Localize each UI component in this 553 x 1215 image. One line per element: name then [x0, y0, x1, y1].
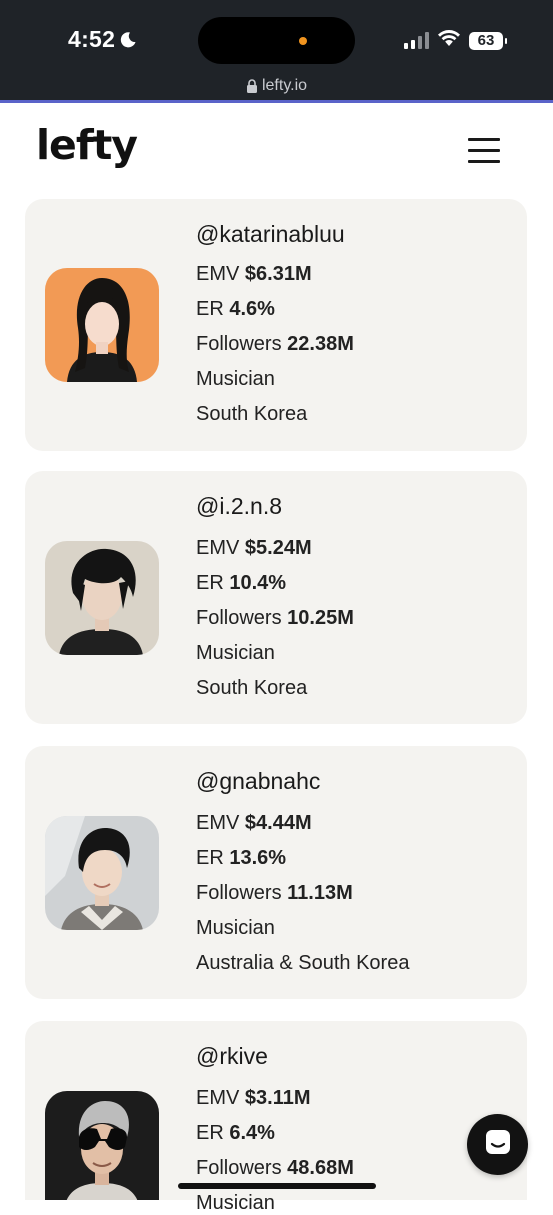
followers-value: 10.25M: [287, 607, 354, 629]
er-value: 13.6%: [229, 847, 287, 869]
er-value: 10.4%: [229, 572, 287, 594]
category-text: Musician: [196, 1192, 275, 1214]
emv-value: $4.44M: [244, 812, 312, 834]
emv-label: EMV: [196, 537, 240, 559]
status-time: 4:52: [68, 26, 137, 53]
country-text: South Korea: [196, 403, 308, 425]
followers-value: 22.38M: [287, 333, 354, 355]
emv-row: EMV $4.44M: [196, 812, 312, 835]
emv-label: EMV: [196, 812, 240, 834]
er-row: ER 6.4%: [196, 1122, 275, 1145]
followers-label: Followers: [196, 882, 282, 904]
influencer-handle: @katarinabluu: [196, 221, 345, 247]
followers-row: Followers 10.25M: [196, 607, 354, 630]
emv-row: EMV $5.24M: [196, 537, 312, 560]
lock-icon: [246, 79, 258, 93]
emv-value: $3.11M: [244, 1087, 311, 1109]
influencer-handle: @gnabnahc: [196, 768, 321, 794]
influencer-card[interactable]: @rkive EMV $3.11M ER 6.4% Followers 48.6…: [25, 1021, 527, 1214]
country-text: South Korea: [196, 677, 308, 699]
er-value: 4.6%: [229, 298, 275, 320]
country-text: Australia & South Korea: [196, 952, 410, 974]
avatar: [45, 816, 159, 930]
time-label: 4:52: [68, 26, 116, 52]
emv-label: EMV: [196, 263, 240, 285]
moon-icon: [119, 31, 137, 49]
category-text: Musician: [196, 642, 275, 664]
category-text: Musician: [196, 917, 275, 939]
influencer-card[interactable]: @gnabnahc EMV $4.44M ER 13.6% Followers …: [25, 746, 527, 999]
followers-value: 48.68M: [287, 1157, 354, 1179]
avatar: [45, 541, 159, 655]
influencer-card[interactable]: @katarinabluu EMV $6.31M ER 4.6% Followe…: [25, 199, 527, 451]
hamburger-menu-button[interactable]: [468, 136, 502, 164]
site-header: lefty: [0, 103, 553, 198]
category-text: Musician: [196, 368, 275, 390]
chat-messenger-button[interactable]: [467, 1114, 528, 1175]
influencer-handle: @rkive: [196, 1043, 268, 1069]
followers-row: Followers 22.38M: [196, 333, 354, 356]
followers-label: Followers: [196, 607, 282, 629]
lefty-logo[interactable]: lefty: [36, 121, 138, 169]
er-row: ER 4.6%: [196, 298, 275, 321]
er-row: ER 13.6%: [196, 847, 286, 870]
emv-row: EMV $3.11M: [196, 1087, 311, 1110]
er-label: ER: [196, 572, 224, 594]
status-bar: 4:52 63 lefty.io: [0, 0, 553, 100]
followers-value: 11.13M: [287, 882, 353, 904]
privacy-indicator-dot: [299, 37, 307, 45]
emv-value: $6.31M: [244, 263, 312, 285]
influencer-handle: @i.2.n.8: [196, 493, 283, 519]
emv-label: EMV: [196, 1087, 240, 1109]
emv-value: $5.24M: [244, 537, 312, 559]
followers-label: Followers: [196, 333, 282, 355]
dynamic-island: [198, 17, 355, 64]
battery-icon: 63: [469, 31, 507, 50]
er-label: ER: [196, 298, 224, 320]
er-value: 6.4%: [229, 1122, 275, 1144]
avatar: [45, 1091, 159, 1200]
home-indicator[interactable]: [178, 1183, 376, 1189]
battery-level: 63: [477, 31, 495, 49]
followers-row: Followers 11.13M: [196, 882, 353, 905]
er-label: ER: [196, 847, 224, 869]
wifi-icon: [437, 29, 461, 52]
followers-label: Followers: [196, 1157, 282, 1179]
er-label: ER: [196, 1122, 224, 1144]
url-text: lefty.io: [261, 77, 308, 94]
er-row: ER 10.4%: [196, 572, 286, 595]
cellular-signal-icon: [404, 32, 429, 49]
chat-icon: [484, 1128, 512, 1161]
emv-row: EMV $6.31M: [196, 263, 312, 286]
address-bar[interactable]: lefty.io: [0, 77, 553, 95]
followers-row: Followers 48.68M: [196, 1157, 354, 1180]
status-indicators: 63: [404, 29, 507, 52]
avatar: [45, 268, 159, 382]
influencer-card[interactable]: @i.2.n.8 EMV $5.24M ER 10.4% Followers 1…: [25, 471, 527, 724]
